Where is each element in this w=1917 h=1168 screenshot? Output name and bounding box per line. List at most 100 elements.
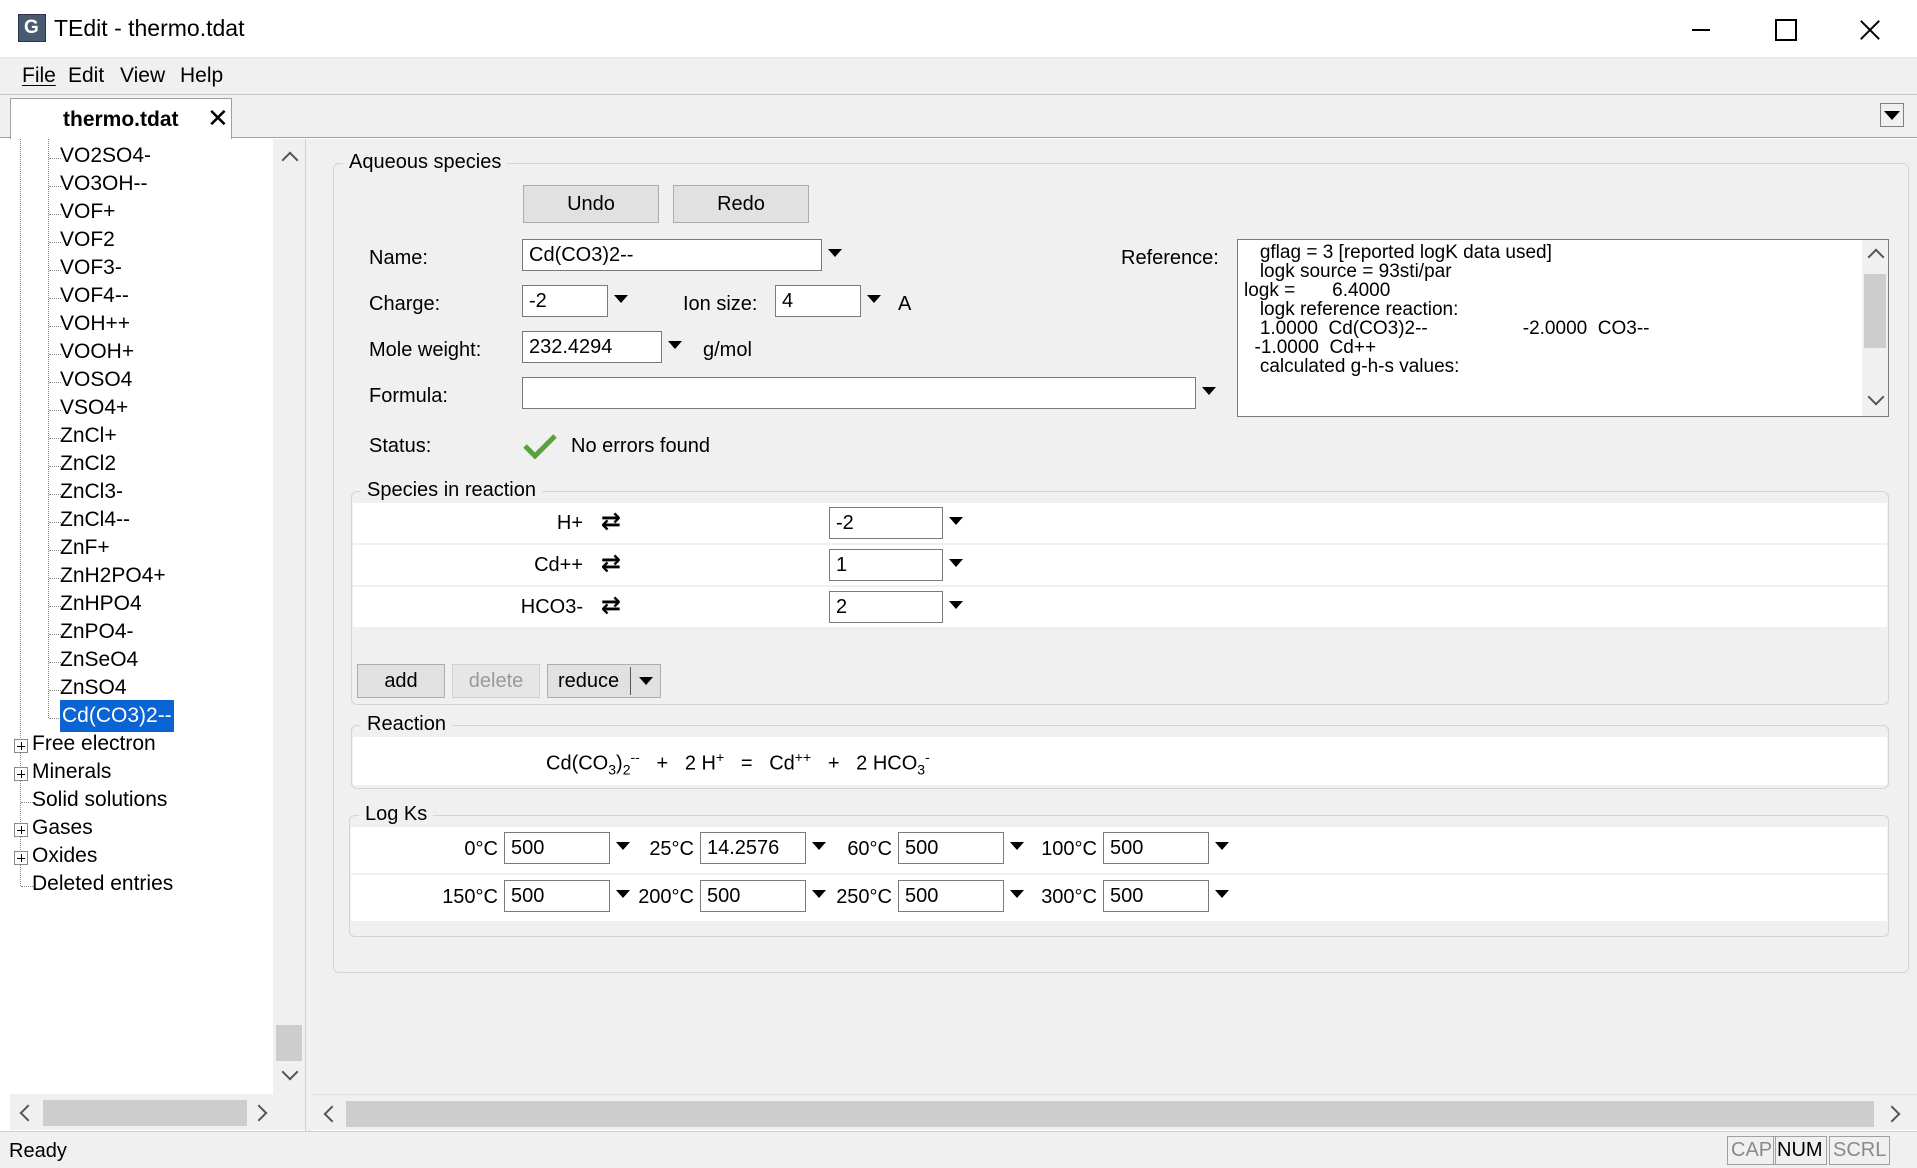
temperature-label: 200°C bbox=[638, 886, 694, 908]
charge-input[interactable]: -2 bbox=[522, 285, 608, 317]
add-button[interactable]: add bbox=[357, 664, 445, 698]
minimize-button[interactable] bbox=[1665, 8, 1735, 50]
reference-scrollbar[interactable] bbox=[1862, 240, 1888, 416]
scroll-left-arrow[interactable] bbox=[317, 1101, 341, 1125]
mole-weight-input[interactable]: 232.4294 bbox=[522, 331, 662, 363]
tab-list-dropdown[interactable] bbox=[1880, 103, 1904, 127]
chevron-down-icon[interactable] bbox=[946, 553, 966, 573]
chevron-down-icon[interactable] bbox=[1212, 884, 1232, 904]
reaction-equation: Cd(CO3)2-- + 2 H+ = Cd++ + 2 HCO3- bbox=[546, 749, 930, 778]
chevron-down-icon[interactable] bbox=[611, 289, 631, 309]
chevron-down-icon[interactable] bbox=[636, 671, 656, 691]
undo-button[interactable]: Undo bbox=[523, 185, 659, 223]
logk-input[interactable]: 500 bbox=[700, 880, 806, 912]
name-label: Name: bbox=[369, 247, 428, 269]
logk-input[interactable]: 500 bbox=[898, 832, 1004, 864]
formula-input[interactable] bbox=[522, 377, 1196, 409]
expand-icon[interactable] bbox=[14, 823, 28, 837]
scroll-thumb[interactable] bbox=[43, 1100, 247, 1126]
swap-icon[interactable]: ⇄ bbox=[601, 510, 627, 534]
temperature-label: 25°C bbox=[649, 838, 694, 860]
status-value: No errors found bbox=[571, 435, 710, 457]
title-bar: G TEdit - thermo.tdat bbox=[0, 0, 1917, 58]
logk-input[interactable]: 14.2576 bbox=[700, 832, 806, 864]
swap-icon[interactable]: ⇄ bbox=[601, 594, 627, 618]
scroll-left-arrow[interactable] bbox=[13, 1100, 37, 1124]
scroll-up-arrow[interactable] bbox=[1863, 242, 1887, 266]
chevron-down-icon[interactable] bbox=[1007, 836, 1027, 856]
chevron-down-icon[interactable] bbox=[613, 836, 633, 856]
status-text: Ready bbox=[9, 1140, 67, 1162]
ion-size-input[interactable]: 4 bbox=[775, 285, 861, 317]
reference-textarea[interactable]: gflag = 3 [reported logK data used] logk… bbox=[1237, 239, 1889, 417]
scroll-right-arrow[interactable] bbox=[250, 1100, 274, 1124]
ion-size-label: Ion size: bbox=[683, 293, 758, 315]
expand-icon[interactable] bbox=[14, 851, 28, 865]
num-indicator: NUM bbox=[1773, 1136, 1827, 1165]
menu-edit[interactable]: Edit bbox=[68, 64, 104, 88]
scroll-right-arrow[interactable] bbox=[1883, 1101, 1907, 1125]
formula-label: Formula: bbox=[369, 385, 448, 407]
document-tab-bar: thermo.tdat ✕ bbox=[0, 94, 1917, 139]
coefficient-input[interactable]: -2 bbox=[829, 507, 943, 539]
logk-input[interactable]: 500 bbox=[898, 880, 1004, 912]
logk-input[interactable]: 500 bbox=[504, 880, 610, 912]
scroll-down-arrow[interactable] bbox=[1863, 388, 1887, 412]
menu-bar: File Edit View Help bbox=[0, 58, 1917, 94]
menu-view[interactable]: View bbox=[120, 64, 165, 88]
chevron-down-icon[interactable] bbox=[946, 595, 966, 615]
close-window-button[interactable] bbox=[1835, 8, 1905, 50]
reduce-button[interactable]: reduce bbox=[547, 664, 661, 698]
redo-button[interactable]: Redo bbox=[673, 185, 809, 223]
scroll-up-arrow[interactable] bbox=[277, 145, 301, 169]
species-tree: VO2SO4- VO3OH-- VOF+ VOF2 VOF3- VOF4-- VOH++ VO… bbox=[10, 139, 305, 1094]
scroll-thumb[interactable] bbox=[1864, 274, 1886, 348]
chevron-down-icon[interactable] bbox=[665, 335, 685, 355]
name-input[interactable]: Cd(CO3)2-- bbox=[522, 239, 822, 271]
logk-input[interactable]: 500 bbox=[1103, 832, 1209, 864]
tree-category[interactable]: Deleted entries bbox=[32, 868, 173, 900]
temperature-label: 300°C bbox=[1041, 886, 1097, 908]
reaction-label: Reaction bbox=[361, 713, 452, 736]
tab-label: thermo.tdat bbox=[63, 108, 179, 131]
logk-input[interactable]: 500 bbox=[504, 832, 610, 864]
ion-size-unit: A bbox=[898, 293, 912, 315]
coefficient-input[interactable]: 2 bbox=[829, 591, 943, 623]
main-horizontal-scrollbar[interactable] bbox=[313, 1094, 1917, 1130]
species-name: Cd++ bbox=[534, 554, 583, 576]
log-ks-label: Log Ks bbox=[359, 803, 434, 826]
chevron-down-icon[interactable] bbox=[1007, 884, 1027, 904]
expand-icon[interactable] bbox=[14, 739, 28, 753]
species-name: H+ bbox=[556, 512, 583, 534]
species-editor: Aqueous species Undo Redo Name: Cd(CO3)2… bbox=[313, 139, 1917, 1130]
maximize-button[interactable] bbox=[1750, 8, 1820, 50]
scroll-thumb[interactable] bbox=[276, 1025, 302, 1061]
menu-help[interactable]: Help bbox=[180, 64, 223, 88]
scroll-down-arrow[interactable] bbox=[277, 1063, 301, 1087]
chevron-down-icon[interactable] bbox=[613, 884, 633, 904]
scroll-thumb[interactable] bbox=[346, 1101, 1874, 1127]
temperature-label: 0°C bbox=[464, 838, 498, 860]
logk-input[interactable]: 500 bbox=[1103, 880, 1209, 912]
chevron-down-icon[interactable] bbox=[946, 511, 966, 531]
chevron-down-icon[interactable] bbox=[1212, 836, 1232, 856]
close-icon[interactable]: ✕ bbox=[207, 105, 229, 131]
coefficient-input[interactable]: 1 bbox=[829, 549, 943, 581]
splitter[interactable] bbox=[305, 139, 313, 1131]
tree-vertical-scrollbar[interactable] bbox=[273, 139, 305, 1094]
table-row bbox=[353, 503, 1887, 543]
chevron-down-icon[interactable] bbox=[825, 243, 845, 263]
chevron-down-icon[interactable] bbox=[1199, 381, 1219, 401]
tab-thermo-tdat[interactable]: thermo.tdat ✕ bbox=[10, 98, 232, 139]
table-row bbox=[353, 545, 1887, 585]
swap-icon[interactable]: ⇄ bbox=[601, 552, 627, 576]
chevron-down-icon[interactable] bbox=[864, 289, 884, 309]
scrl-indicator: SCRL bbox=[1829, 1136, 1891, 1165]
tree-horizontal-scrollbar[interactable] bbox=[10, 1094, 305, 1130]
menu-file[interactable]: File bbox=[22, 64, 56, 88]
check-icon bbox=[523, 434, 557, 459]
reference-line: calculated g-h-s values: bbox=[1244, 356, 1460, 377]
chevron-down-icon[interactable] bbox=[809, 884, 829, 904]
expand-icon[interactable] bbox=[14, 767, 28, 781]
chevron-down-icon[interactable] bbox=[809, 836, 829, 856]
